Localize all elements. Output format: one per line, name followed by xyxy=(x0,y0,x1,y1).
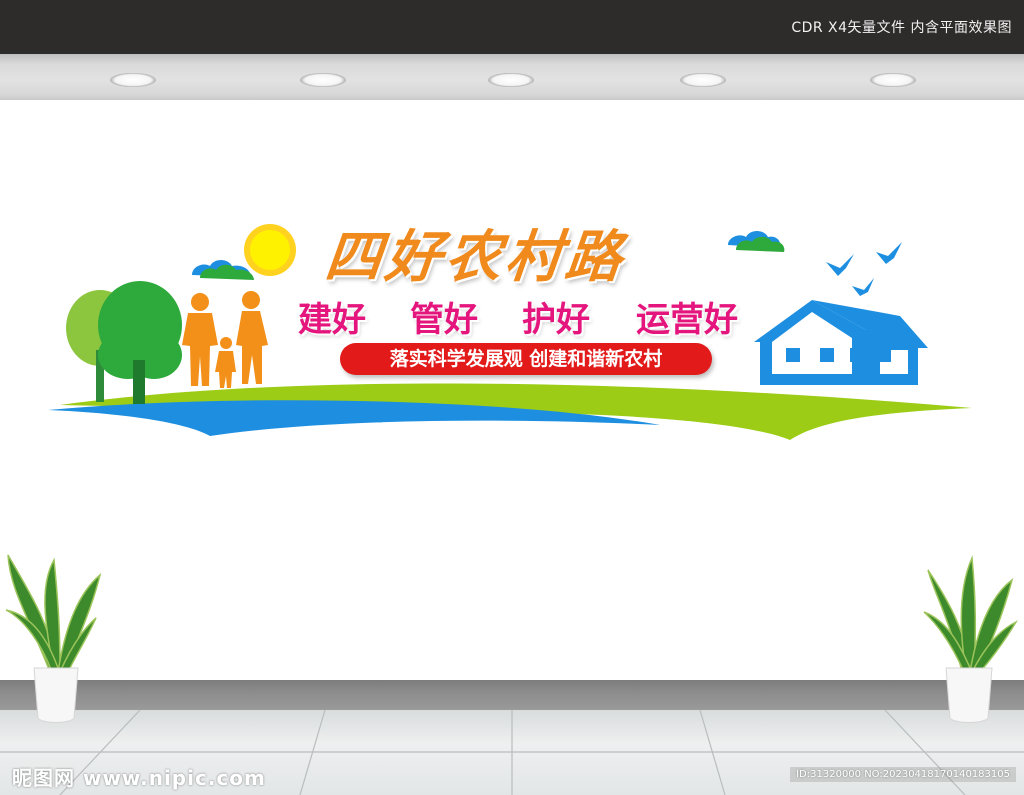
potted-plant-left xyxy=(5,554,102,723)
signboard-graphic xyxy=(5,224,1018,723)
slogan-banner: 落实科学发展观 创建和谐新农村 xyxy=(340,343,712,375)
watermark-id: ID:31320000 NO:20230418170140183105 xyxy=(790,767,1016,782)
watermark-site: 昵图网 www.nipic.com xyxy=(12,766,266,790)
slogan-protect: 护好 xyxy=(522,300,590,340)
potted-plant-right xyxy=(923,555,1018,723)
family-icon xyxy=(182,291,268,388)
signboard-title: 四好农村路 xyxy=(322,224,629,290)
sun-icon xyxy=(244,224,296,276)
slogan-operate: 运营好 xyxy=(636,300,738,340)
cloud-icon xyxy=(728,231,785,252)
cloud-icon xyxy=(192,260,254,280)
slogan-manage: 管好 xyxy=(410,300,478,340)
tree-icon xyxy=(66,281,182,404)
house-icon xyxy=(754,300,928,385)
bird-icon xyxy=(826,242,902,296)
slogan-build: 建好 xyxy=(298,300,366,340)
banner-text: 落实科学发展观 创建和谐新农村 xyxy=(389,348,663,370)
